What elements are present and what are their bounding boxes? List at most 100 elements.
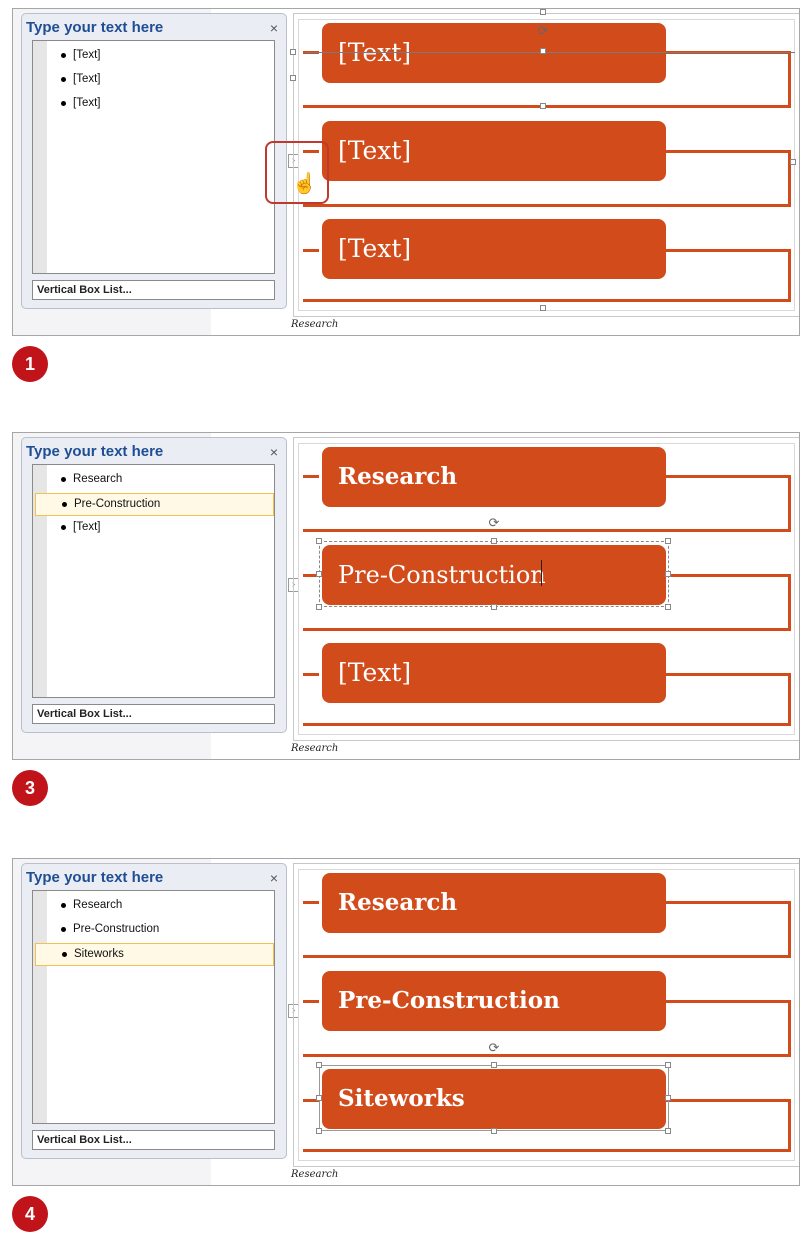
connector-line [665,1099,791,1102]
connector-line [303,628,791,631]
caption: Research [291,1169,339,1180]
list-item-selected[interactable]: Siteworks [35,943,274,966]
rotate-handle-icon[interactable]: ⟳ [487,1041,501,1055]
resize-handle[interactable] [665,1128,671,1134]
list-item-text: Pre-Construction [74,498,161,510]
bullet-icon [61,101,66,106]
list-item[interactable]: [Text] [35,93,274,116]
bullet-icon [61,927,66,932]
text-pane-list: [Text] [Text] [Text] [32,40,275,274]
layout-name-footer[interactable]: Vertical Box List... [32,280,275,300]
connector-line [665,1000,791,1003]
bullet-icon [61,903,66,908]
text-pane: Type your text here × Research Pre-Const… [21,863,287,1159]
rotate-handle-icon[interactable]: ⟳ [487,516,501,530]
connector-line [665,475,791,478]
layout-name-footer[interactable]: Vertical Box List... [32,1130,275,1150]
text-pane: Type your text here × Research Pre-Const… [21,437,287,733]
smartart-box-2[interactable]: Pre-Construction [322,971,666,1031]
text-pane-list: Research Pre-Construction [Text] [32,464,275,698]
step-3-panel: Type your text here × Research Pre-Const… [12,432,800,760]
bullet-icon [62,502,67,507]
text-pane-title: Type your text here [26,869,164,886]
resize-handle[interactable] [665,604,671,610]
list-item[interactable]: [Text] [35,517,274,540]
resize-handle[interactable] [491,1128,497,1134]
highlight-callout [265,141,329,204]
step-4-panel: Type your text here × Research Pre-Const… [12,858,800,1186]
connector-line [788,574,791,630]
resize-handle[interactable] [540,9,546,15]
list-item[interactable]: [Text] [35,69,274,92]
connector-line [303,901,319,904]
resize-handle[interactable] [540,48,546,54]
resize-handle[interactable] [316,538,322,544]
resize-handle[interactable] [316,1128,322,1134]
selection-line [305,52,795,53]
resize-handle[interactable] [316,1062,322,1068]
list-item-text: [Text] [73,521,101,533]
list-item[interactable]: Research [35,469,274,492]
resize-handle[interactable] [665,538,671,544]
resize-handle[interactable] [491,538,497,544]
list-item-selected[interactable]: Pre-Construction [35,493,274,516]
smartart-box-1[interactable]: [Text] [322,23,666,83]
close-icon[interactable]: × [270,444,278,460]
connector-line [665,673,791,676]
resize-handle[interactable] [665,571,671,577]
resize-handle[interactable] [316,604,322,610]
list-item-text: Siteworks [74,948,124,960]
connector-line [303,723,791,726]
list-item[interactable]: [Text] [35,45,274,68]
connector-line [303,105,791,108]
resize-handle[interactable] [540,103,546,109]
connector-line [303,1000,319,1003]
list-item-text: [Text] [73,49,101,61]
close-icon[interactable]: × [270,870,278,886]
list-item[interactable]: Research [35,895,274,918]
bullet-icon [61,53,66,58]
connector-line [303,299,791,302]
connector-line [788,673,791,725]
bullet-icon [61,77,66,82]
layout-name-footer[interactable]: Vertical Box List... [32,704,275,724]
close-icon[interactable]: × [270,20,278,36]
connector-line [303,475,319,478]
connector-line [303,1054,791,1057]
smartart-box-3[interactable]: [Text] [322,219,666,279]
connector-line [665,901,791,904]
resize-handle[interactable] [316,1095,322,1101]
text-pane-title: Type your text here [26,19,164,36]
resize-handle[interactable] [665,1062,671,1068]
connector-line [303,955,791,958]
resize-handle[interactable] [290,49,296,55]
rotate-handle-icon[interactable]: ⟳ [536,24,550,38]
connector-line [788,51,791,107]
connector-line [303,673,319,676]
resize-handle[interactable] [790,159,796,165]
smartart-box-1[interactable]: Research [322,873,666,933]
text-pane: Type your text here × [Text] [Text] [Tex… [21,13,287,309]
smartart-box-2[interactable]: [Text] [322,121,666,181]
connector-line [788,901,791,957]
caption: Research [291,743,339,754]
text-pane-title: Type your text here [26,443,164,460]
resize-handle[interactable] [491,604,497,610]
connector-line [665,249,791,252]
resize-handle[interactable] [491,1062,497,1068]
connector-line [788,1000,791,1056]
connector-line [303,529,791,532]
resize-handle[interactable] [290,75,296,81]
list-item[interactable]: Pre-Construction [35,919,274,942]
caption: Research [291,319,339,330]
resize-handle[interactable] [316,571,322,577]
list-item-text: [Text] [73,97,101,109]
list-item-text: Research [73,899,123,911]
smartart-box-1[interactable]: Research [322,447,666,507]
bullet-icon [61,525,66,530]
smartart-box-3[interactable]: [Text] [322,643,666,703]
resize-handle[interactable] [540,305,546,311]
resize-handle[interactable] [665,1095,671,1101]
connector-line [665,150,791,153]
connector-line [788,475,791,531]
